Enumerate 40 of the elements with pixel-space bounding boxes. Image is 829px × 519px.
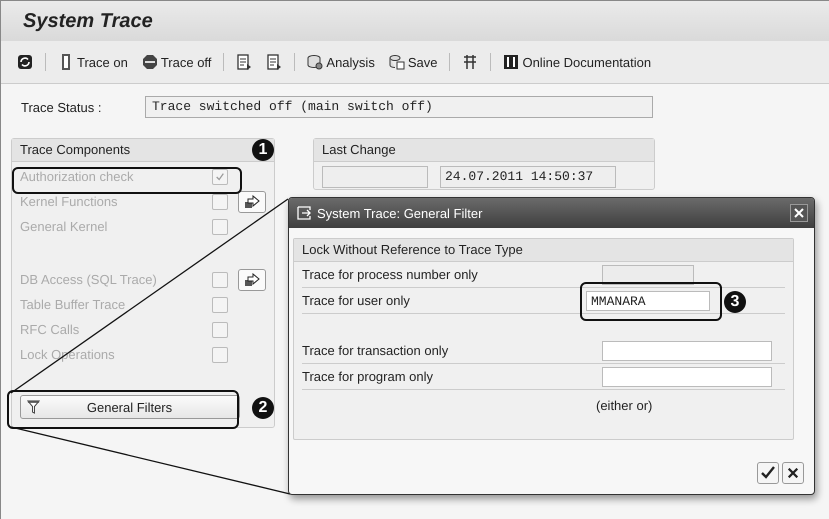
window-title: System Trace: [23, 10, 153, 32]
checkbox-label: Table Buffer Trace: [20, 297, 126, 312]
status-field: Trace switched off (main switch off): [145, 96, 653, 118]
close-icon: [787, 467, 799, 479]
funnel-icon: [27, 400, 40, 414]
cancel-button[interactable]: [782, 462, 804, 484]
input-field[interactable]: MMANARA: [586, 290, 710, 310]
dialog-title: System Trace: General Filter: [317, 206, 484, 220]
field-label: Trace for transaction only: [302, 343, 450, 358]
checkbox-label: Kernel Functions: [20, 194, 119, 209]
field-label: Trace for process number only: [302, 267, 479, 282]
toolbar-button[interactable]: Online Documentation: [499, 52, 656, 72]
check-icon: [761, 466, 775, 480]
checkbox-label: Authorization check: [20, 169, 134, 184]
input-field[interactable]: [602, 340, 772, 360]
toolbar-button[interactable]: Save: [384, 52, 442, 72]
field-label: Trace Status :: [21, 100, 102, 114]
toolbar-button[interactable]: Analysis: [303, 52, 379, 72]
timestamp-field: 24.07.2011 14:50:37: [440, 166, 616, 188]
dialog-icon: [297, 206, 313, 220]
toolbar-button[interactable]: Trace off: [138, 52, 216, 72]
checkbox-label: DB Access (SQL Trace): [20, 272, 158, 287]
group-title: Last Change: [314, 139, 654, 162]
confirm-button[interactable]: [757, 462, 779, 484]
close-button[interactable]: [790, 204, 808, 222]
close-icon: [794, 208, 804, 218]
save-icon: [388, 54, 405, 70]
input-field[interactable]: [602, 366, 772, 386]
checkbox-label: RFC Calls: [20, 322, 80, 337]
stop-icon: [142, 54, 158, 70]
group-title: Lock Without Reference to Trace Type: [294, 239, 793, 262]
field-label: Trace for program only: [302, 369, 434, 384]
arrow-icon: [244, 194, 260, 208]
general-filters-button[interactable]: General Filters: [20, 395, 240, 419]
arrow-icon: [244, 272, 260, 286]
database-icon: [307, 54, 324, 70]
toolbar-button[interactable]: Trace on: [54, 52, 132, 72]
checkbox-label: General Kernel: [20, 219, 108, 234]
check-icon: [215, 172, 225, 182]
hint-text: (either or): [596, 398, 654, 413]
